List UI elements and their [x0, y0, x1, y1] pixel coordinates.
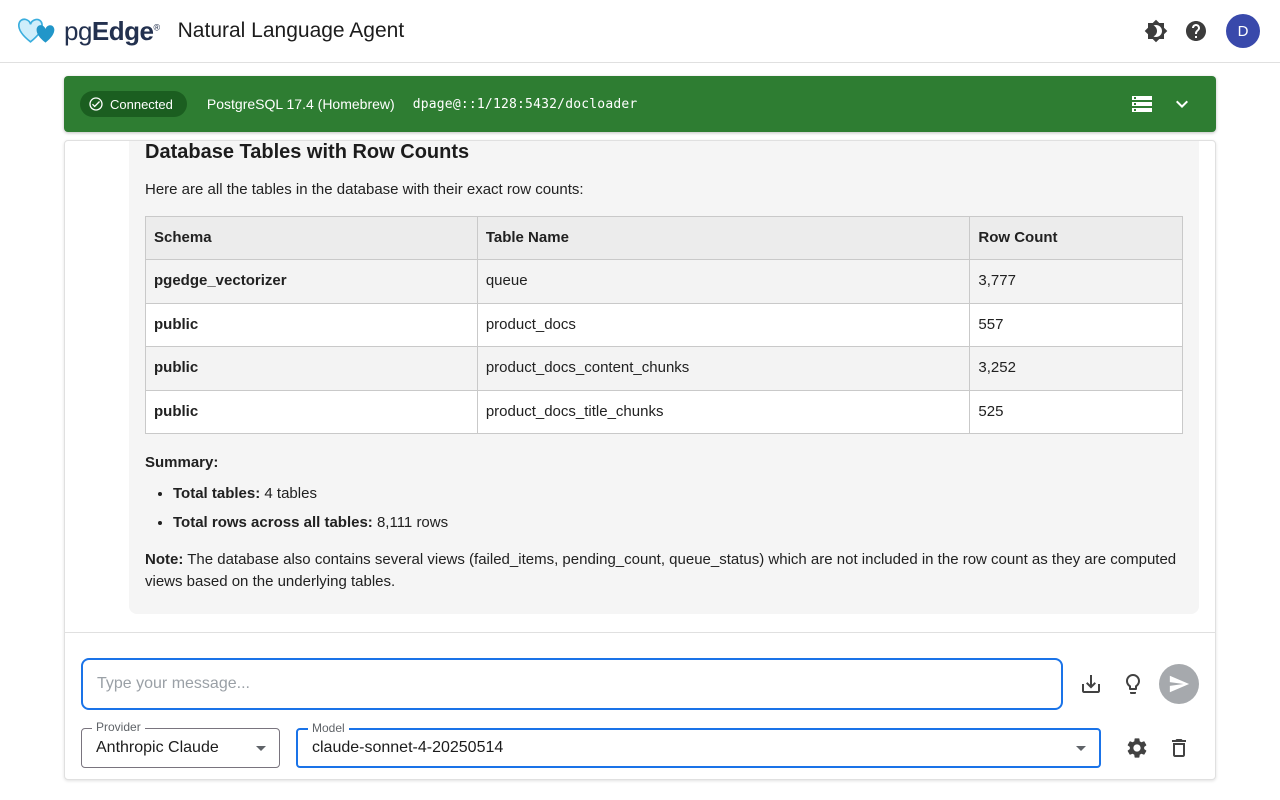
- database-list-icon: [1130, 92, 1154, 116]
- summary-item: Total rows across all tables: 8,111 rows: [173, 512, 1183, 535]
- schema-cell: public: [146, 347, 478, 391]
- connection-list-button[interactable]: [1122, 84, 1162, 124]
- chevron-down-icon: [1170, 92, 1194, 116]
- model-select[interactable]: Model claude-sonnet-4-20250514: [296, 728, 1101, 768]
- dropdown-arrow-icon: [1069, 736, 1093, 760]
- note-label: Note:: [145, 551, 183, 568]
- dropdown-arrow-icon: [249, 736, 273, 760]
- table-row: pgedge_vectorizer queue 3,777: [146, 260, 1183, 304]
- provider-select-value: Anthropic Claude: [96, 739, 219, 757]
- page-title: Natural Language Agent: [178, 19, 405, 43]
- table-row: public product_docs_title_chunks 525: [146, 390, 1183, 434]
- export-chat-button[interactable]: [1071, 664, 1111, 704]
- summary-item-value: 8,111 rows: [373, 514, 448, 531]
- summary-item-label: Total tables:: [173, 485, 260, 502]
- table-header-row: Schema Table Name Row Count: [146, 216, 1183, 260]
- summary-heading: Summary:: [145, 452, 1183, 475]
- message-heading: Database Tables with Row Counts: [145, 141, 1183, 167]
- summary-item-value: 4 tables: [260, 485, 317, 502]
- connection-string: dpage@::1/128:5432/docloader: [413, 97, 638, 112]
- clear-chat-button[interactable]: [1159, 728, 1199, 768]
- help-icon: [1184, 19, 1208, 43]
- message-input[interactable]: [81, 658, 1063, 710]
- connection-status-badge: Connected: [80, 91, 187, 117]
- pgedge-logo-icon: [16, 16, 60, 46]
- theme-toggle-button[interactable]: [1136, 11, 1176, 51]
- server-version-label: PostgreSQL 17.4 (Homebrew): [207, 96, 395, 112]
- provider-select[interactable]: Provider Anthropic Claude: [81, 728, 280, 768]
- schema-cell: public: [146, 390, 478, 434]
- message-note: Note: The database also contains several…: [145, 549, 1183, 594]
- table-row: public product_docs_content_chunks 3,252: [146, 347, 1183, 391]
- download-icon: [1079, 672, 1103, 696]
- summary-item: Total tables: 4 tables: [173, 483, 1183, 506]
- row-count-cell: 525: [970, 390, 1183, 434]
- column-header-row-count: Row Count: [970, 216, 1183, 260]
- chat-panel: Database Tables with Row Counts Here are…: [64, 140, 1216, 780]
- composer: Provider Anthropic Claude Model claude-s…: [65, 633, 1215, 779]
- model-select-value: claude-sonnet-4-20250514: [312, 739, 503, 757]
- send-button[interactable]: [1159, 664, 1199, 704]
- message-intro: Here are all the tables in the database …: [145, 179, 1183, 202]
- dark-mode-icon: [1144, 19, 1168, 43]
- chat-message-area: Database Tables with Row Counts Here are…: [65, 141, 1215, 633]
- pgedge-logo: pgEdge®: [16, 16, 160, 47]
- table-name-cell: product_docs_content_chunks: [477, 347, 970, 391]
- send-icon: [1168, 673, 1190, 695]
- assistant-message: Database Tables with Row Counts Here are…: [129, 141, 1199, 614]
- connection-status-label: Connected: [110, 97, 173, 112]
- table-name-cell: queue: [477, 260, 970, 304]
- row-count-cell: 557: [970, 303, 1183, 347]
- help-button[interactable]: [1176, 11, 1216, 51]
- summary-item-label: Total rows across all tables:: [173, 514, 373, 531]
- note-text: The database also contains several views…: [145, 551, 1176, 591]
- column-header-schema: Schema: [146, 216, 478, 260]
- gear-icon: [1125, 736, 1149, 760]
- check-circle-icon: [88, 96, 104, 112]
- tips-button[interactable]: [1113, 664, 1153, 704]
- summary-list: Total tables: 4 tables Total rows across…: [145, 483, 1183, 535]
- table-name-cell: product_docs: [477, 303, 970, 347]
- row-count-cell: 3,777: [970, 260, 1183, 304]
- table-name-cell: product_docs_title_chunks: [477, 390, 970, 434]
- app-header: pgEdge® Natural Language Agent D: [0, 0, 1280, 63]
- column-header-table-name: Table Name: [477, 216, 970, 260]
- pgedge-logo-text: pgEdge®: [64, 16, 160, 47]
- row-count-cell: 3,252: [970, 347, 1183, 391]
- model-select-label: Model: [308, 722, 349, 735]
- avatar[interactable]: D: [1226, 14, 1260, 48]
- schema-cell: public: [146, 303, 478, 347]
- settings-button[interactable]: [1117, 728, 1157, 768]
- connection-bar: Connected PostgreSQL 17.4 (Homebrew) dpa…: [64, 76, 1216, 132]
- table-row: public product_docs 557: [146, 303, 1183, 347]
- connection-expand-button[interactable]: [1162, 84, 1202, 124]
- lightbulb-icon: [1121, 672, 1145, 696]
- row-counts-table: Schema Table Name Row Count pgedge_vecto…: [145, 216, 1183, 435]
- registered-mark: ®: [154, 22, 160, 32]
- schema-cell: pgedge_vectorizer: [146, 260, 478, 304]
- trash-icon: [1167, 736, 1191, 760]
- provider-select-label: Provider: [92, 721, 145, 734]
